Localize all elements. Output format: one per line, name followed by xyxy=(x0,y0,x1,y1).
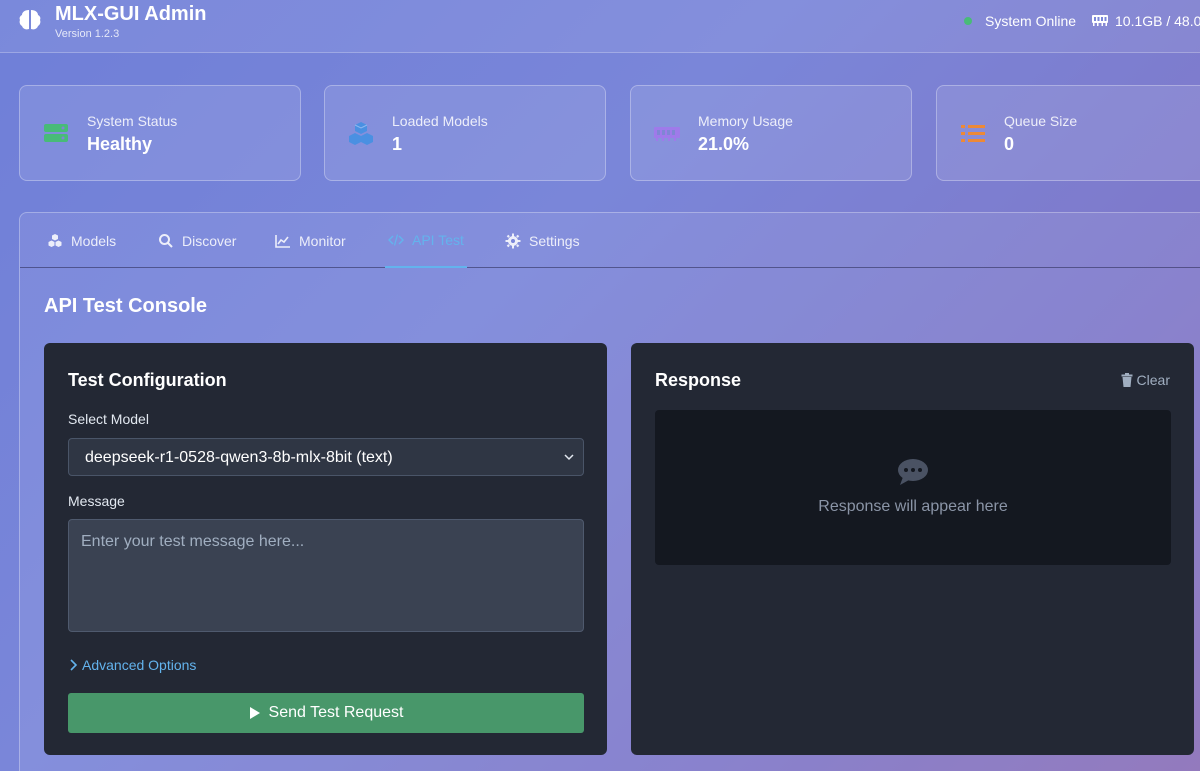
model-select[interactable]: deepseek-r1-0528-qwen3-8b-mlx-8bit (text… xyxy=(68,438,584,476)
chevron-down-icon xyxy=(564,454,574,461)
tab-monitor[interactable]: Monitor xyxy=(275,213,346,268)
app-version: Version 1.2.3 xyxy=(55,28,120,40)
stat-value: 1 xyxy=(392,134,403,154)
advanced-options-toggle[interactable]: Advanced Options xyxy=(68,657,196,673)
tab-bar: Models Discover Monitor API Test Setting… xyxy=(20,213,1200,268)
response-area: Response will appear here xyxy=(655,410,1171,565)
cubes-icon xyxy=(48,233,62,247)
model-select-value: deepseek-r1-0528-qwen3-8b-mlx-8bit (text… xyxy=(85,449,393,466)
memory-icon xyxy=(654,127,680,141)
send-button-label: Send Test Request xyxy=(268,704,404,721)
stat-card-system-status: System Status Healthy xyxy=(19,85,301,181)
play-icon xyxy=(249,707,260,719)
stat-card-loaded-models: Loaded Models 1 xyxy=(324,85,606,181)
trash-icon xyxy=(1121,373,1133,387)
chevron-right-icon xyxy=(70,659,78,671)
tab-label: Settings xyxy=(529,232,580,249)
tab-label: API Test xyxy=(412,231,464,248)
response-card: Response Clear Response will appear here xyxy=(631,343,1194,755)
response-placeholder: Response will appear here xyxy=(818,498,1008,515)
tab-models[interactable]: Models xyxy=(47,213,116,268)
stat-value: Healthy xyxy=(87,134,153,154)
tab-label: Discover xyxy=(182,232,237,249)
message-input[interactable]: Enter your test message here... xyxy=(68,519,584,632)
clear-label: Clear xyxy=(1136,372,1170,388)
stat-label: Loaded Models xyxy=(392,113,488,129)
stat-card-memory-usage: Memory Usage 21.0% xyxy=(630,85,912,181)
tab-label: Monitor xyxy=(299,232,346,249)
memory-text: 10.1GB / 48.0GB xyxy=(1115,13,1200,29)
chart-line-icon xyxy=(275,234,290,248)
page-title: API Test Console xyxy=(44,295,207,317)
app-header: MLX-GUI Admin Version 1.2.3 System Onlin… xyxy=(0,0,1200,53)
tab-label: Models xyxy=(71,232,117,249)
stat-label: Memory Usage xyxy=(698,113,793,129)
main-panel: Models Discover Monitor API Test Setting… xyxy=(19,212,1200,771)
app-title: MLX-GUI Admin xyxy=(55,3,207,25)
stat-label: System Status xyxy=(87,113,178,129)
tab-discover[interactable]: Discover xyxy=(158,213,236,268)
cubes-icon xyxy=(349,122,373,145)
send-test-request-button[interactable]: Send Test Request xyxy=(68,693,584,733)
tab-api-test[interactable]: API Test xyxy=(385,213,467,268)
clear-button[interactable]: Clear xyxy=(1121,372,1170,388)
server-icon xyxy=(44,124,68,142)
list-icon xyxy=(961,125,985,142)
stat-value: 0 xyxy=(1004,134,1015,154)
stat-card-queue-size: Queue Size 0 xyxy=(936,85,1200,181)
gear-icon xyxy=(505,233,521,248)
code-icon xyxy=(388,233,404,246)
comment-dots-icon xyxy=(898,459,928,485)
tab-settings[interactable]: Settings xyxy=(505,213,580,268)
message-label: Message xyxy=(68,493,125,509)
system-status-text: System Online xyxy=(985,13,1077,29)
brain-icon xyxy=(19,10,41,30)
advanced-options-label: Advanced Options xyxy=(82,657,197,673)
status-dot xyxy=(964,17,972,25)
test-configuration-card: Test Configuration Select Model deepseek… xyxy=(44,343,607,755)
search-icon xyxy=(159,233,173,248)
card-title: Response xyxy=(655,370,742,390)
card-title: Test Configuration xyxy=(68,370,227,390)
stat-label: Queue Size xyxy=(1004,113,1078,129)
memory-icon xyxy=(1092,15,1108,26)
stat-value: 21.0% xyxy=(698,134,750,154)
select-model-label: Select Model xyxy=(68,411,149,427)
